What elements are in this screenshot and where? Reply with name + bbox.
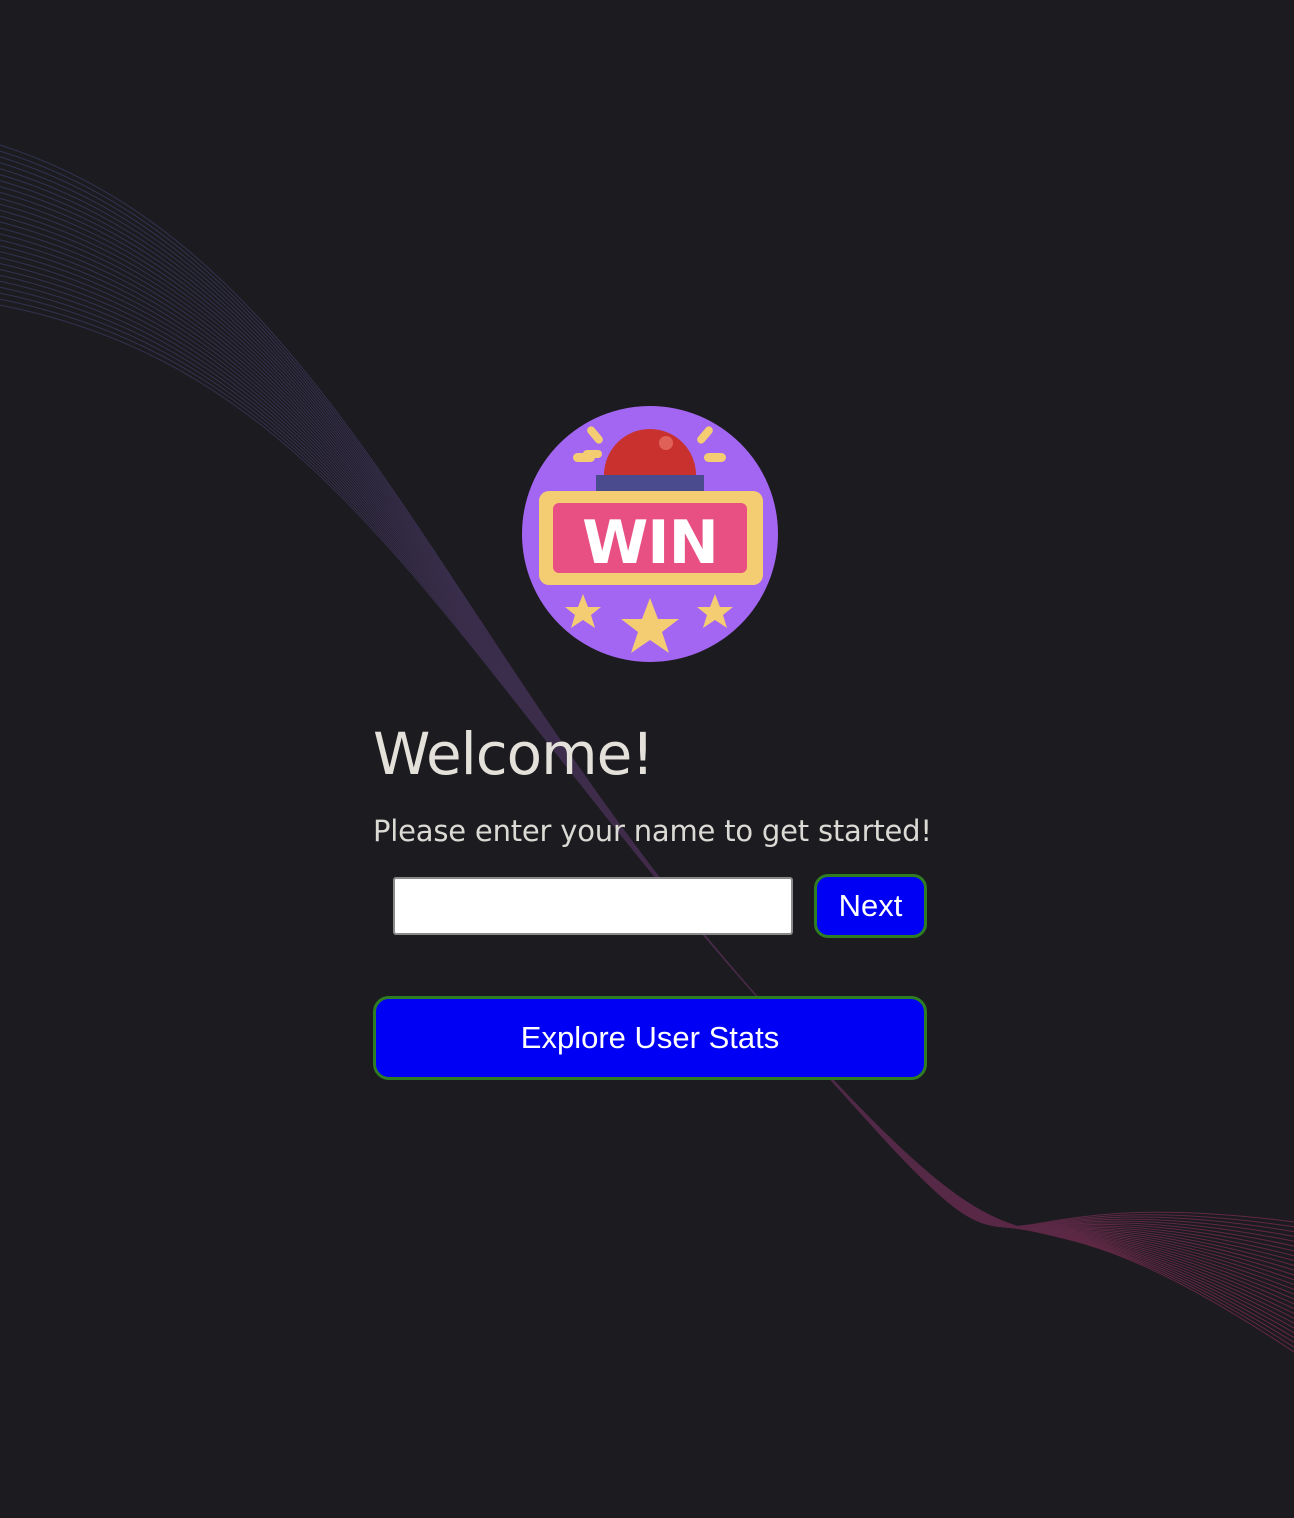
welcome-subtitle: Please enter your name to get started! bbox=[373, 814, 932, 848]
welcome-page: WIN Welcome! Please enter your name to g… bbox=[0, 0, 1294, 1518]
next-button[interactable]: Next bbox=[814, 874, 927, 938]
wave-line bbox=[0, 168, 1294, 1242]
wave-line bbox=[0, 174, 1294, 1247]
logo-text: WIN bbox=[582, 508, 718, 578]
wave-line bbox=[0, 180, 1294, 1252]
welcome-card: Welcome! Please enter your name to get s… bbox=[373, 718, 932, 1080]
name-entry-row: Next bbox=[373, 874, 927, 938]
explore-user-stats-button[interactable]: Explore User Stats bbox=[373, 996, 927, 1080]
name-input[interactable] bbox=[393, 877, 793, 935]
welcome-title: Welcome! bbox=[373, 720, 655, 788]
win-badge-logo: WIN bbox=[522, 406, 778, 662]
